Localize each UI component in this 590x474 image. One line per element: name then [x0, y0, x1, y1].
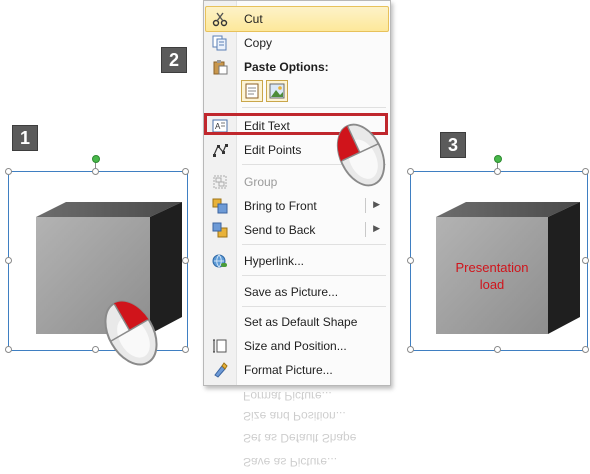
send-back-icon	[212, 222, 228, 238]
menu-item-label: Set as Default Shape	[244, 315, 358, 329]
format-picture-icon	[212, 362, 228, 378]
menu-item-label: Cut	[244, 12, 263, 26]
mouse-icon	[104, 300, 158, 366]
submenu-divider	[365, 222, 366, 237]
left-shape-panel[interactable]	[0, 150, 200, 366]
bring-front-icon	[212, 198, 228, 214]
paste-keep-icon	[245, 83, 259, 99]
menu-item-set-default-shape[interactable]: Set as Default Shape	[206, 310, 388, 334]
menu-item-label: Copy	[244, 36, 273, 50]
submenu-divider	[365, 198, 366, 213]
menu-separator	[242, 306, 386, 307]
menu-item-label: Hyperlink...	[244, 254, 305, 268]
group-icon	[212, 174, 228, 190]
submenu-arrow-icon[interactable]: ▶	[373, 223, 380, 234]
reflection-item-format-picture: Format Picture...	[205, 386, 387, 408]
cube-shape[interactable]	[400, 150, 590, 360]
menu-item-label: Group	[244, 175, 278, 189]
menu-item-cut[interactable]: Cut	[205, 6, 389, 32]
step-2-badge: 2	[161, 47, 187, 73]
hyperlink-icon	[212, 253, 228, 269]
menu-item-label: Save as Picture...	[243, 455, 338, 469]
reflection-item-save-as-picture: Save as Picture...	[205, 450, 387, 474]
menu-separator	[242, 244, 386, 245]
cube-text[interactable]: Presentation load	[436, 259, 548, 293]
menu-item-label: Edit Points	[244, 143, 302, 157]
paste-keep-button[interactable]	[241, 80, 263, 102]
menu-separator	[242, 275, 386, 276]
step-1-badge: 1	[12, 125, 38, 151]
menu-item-save-as-picture[interactable]: Save as Picture...	[206, 280, 388, 304]
menu-item-send-to-back[interactable]: Send to Back ▶	[206, 218, 388, 242]
scissors-icon	[212, 11, 228, 27]
menu-item-format-picture[interactable]: Format Picture...	[206, 358, 388, 382]
menu-item-label: Size and Position...	[243, 409, 346, 423]
menu-item-label: Size and Position...	[244, 339, 347, 353]
size-position-icon	[212, 338, 228, 354]
copy-icon	[212, 35, 228, 51]
edit-points-icon	[212, 142, 228, 158]
menu-item-label: Format Picture...	[243, 389, 332, 403]
menu-item-label: Send to Back	[244, 223, 316, 237]
menu-item-size-position[interactable]: Size and Position...	[206, 334, 388, 358]
menu-item-label: Format Picture...	[244, 363, 333, 377]
menu-item-hyperlink[interactable]: Hyperlink...	[206, 249, 388, 273]
right-shape-panel[interactable]: Presentation load	[400, 150, 590, 360]
menu-item-label: Set as Default Shape	[243, 431, 357, 445]
mouse-icon	[336, 123, 386, 187]
paste-icon	[212, 59, 228, 75]
paste-picture-button[interactable]	[266, 80, 288, 102]
menu-item-label: Paste Options:	[244, 60, 329, 74]
menu-item-label: Save as Picture...	[244, 285, 339, 299]
menu-separator	[242, 107, 386, 108]
reflection-item-set-default-shape: Set as Default Shape	[205, 426, 387, 450]
paste-options-header: Paste Options:	[206, 55, 388, 79]
paste-picture-icon	[269, 83, 285, 99]
menu-reflection: Save as Picture... Set as Default Shape …	[203, 386, 389, 474]
menu-item-label: Bring to Front	[244, 199, 317, 213]
menu-item-copy[interactable]: Copy	[206, 31, 388, 55]
submenu-arrow-icon[interactable]: ▶	[373, 199, 380, 210]
